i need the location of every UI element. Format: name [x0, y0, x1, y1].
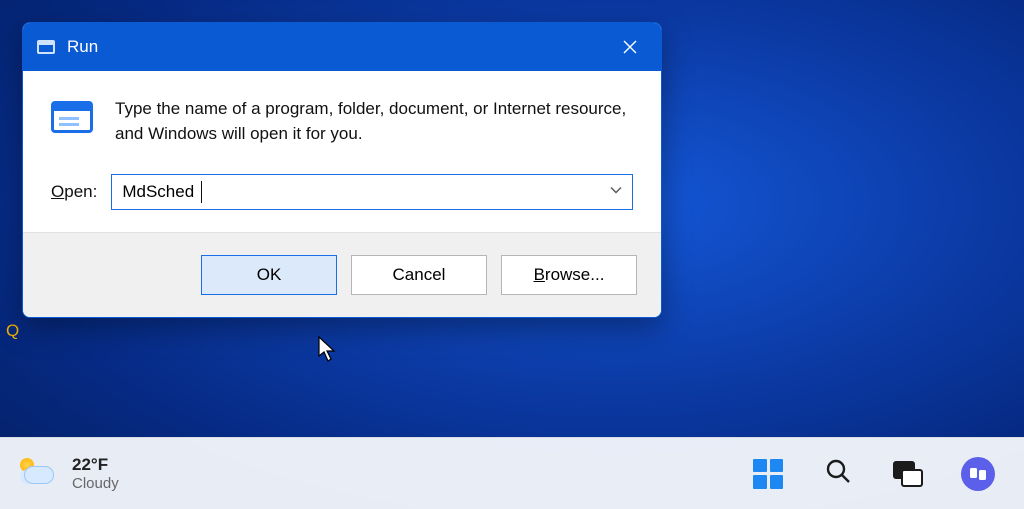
- search-button[interactable]: [818, 454, 858, 494]
- run-description: Type the name of a program, folder, docu…: [115, 97, 633, 146]
- run-button-row: OK Cancel Browse...: [23, 232, 661, 317]
- run-icon: [51, 101, 93, 133]
- close-button[interactable]: [607, 23, 653, 71]
- weather-widget[interactable]: 22°F Cloudy: [20, 455, 119, 492]
- run-titlebar[interactable]: Run: [23, 23, 661, 71]
- task-view-button[interactable]: [888, 454, 928, 494]
- chat-button[interactable]: [958, 454, 998, 494]
- browse-button[interactable]: Browse...: [501, 255, 637, 295]
- open-input[interactable]: [111, 174, 633, 210]
- taskbar: 22°F Cloudy: [0, 437, 1024, 509]
- close-icon: [622, 39, 638, 55]
- start-button[interactable]: [748, 454, 788, 494]
- task-view-icon: [893, 461, 923, 487]
- search-icon: [824, 457, 852, 490]
- taskbar-icons: [748, 454, 1004, 494]
- windows-logo-icon: [753, 459, 783, 489]
- text-caret: [201, 181, 202, 203]
- weather-temp: 22°F: [72, 455, 119, 475]
- chat-icon: [961, 457, 995, 491]
- weather-icon: [20, 458, 58, 488]
- run-titlebar-icon: [37, 40, 55, 54]
- open-combobox[interactable]: [111, 174, 633, 210]
- run-dialog: Run Type the name of a program, folder, …: [22, 22, 662, 318]
- weather-condition: Cloudy: [72, 475, 119, 492]
- open-label: Open:: [51, 182, 97, 202]
- ok-button[interactable]: OK: [201, 255, 337, 295]
- run-title: Run: [67, 37, 607, 57]
- cancel-button[interactable]: Cancel: [351, 255, 487, 295]
- mouse-cursor-icon: [318, 336, 340, 369]
- edge-letter-q: Q: [6, 321, 19, 341]
- run-body: Type the name of a program, folder, docu…: [23, 71, 661, 232]
